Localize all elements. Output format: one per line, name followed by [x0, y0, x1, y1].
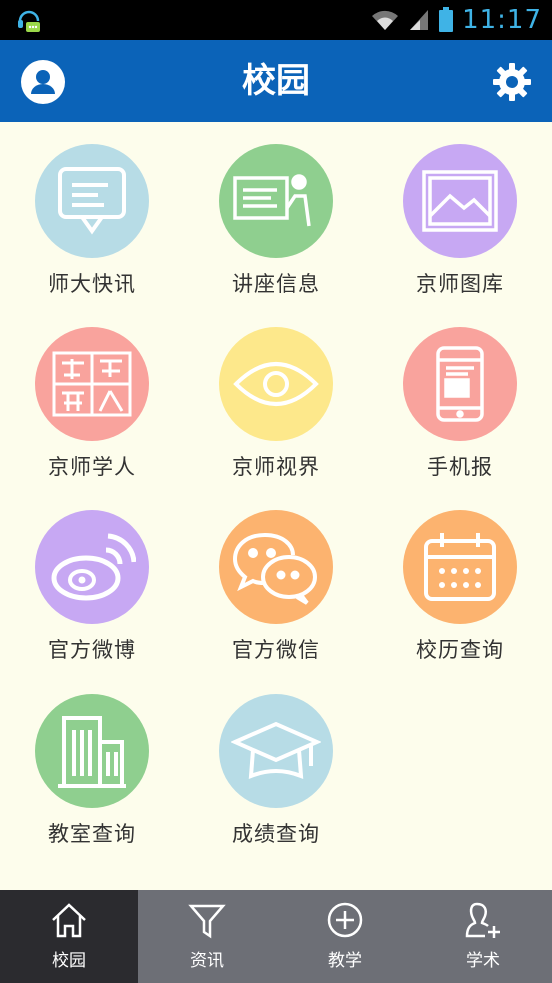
tile-label: 京师视界 [232, 455, 320, 479]
tile-classroom-lookup[interactable]: 教室查询 [0, 694, 184, 848]
tile-label: 讲座信息 [232, 272, 320, 296]
tile-label: 教室查询 [48, 822, 136, 846]
tile-grades-lookup[interactable]: 成绩查询 [184, 694, 368, 848]
feature-grid: 师大快讯 讲座信息 京师图库 京师学人 京师视界 手机报 官方微博 官方微信 校… [0, 122, 552, 890]
jingshi-xueren-logo-icon [35, 327, 149, 441]
headset-chat-icon [18, 10, 40, 32]
filter-icon [188, 904, 226, 939]
tab-label: 资讯 [190, 951, 224, 971]
wifi-icon [372, 10, 399, 30]
tile-label: 手机报 [427, 455, 493, 479]
tab-teaching[interactable]: 教学 [276, 890, 414, 983]
building-icon [35, 694, 149, 808]
tab-label: 学术 [466, 951, 500, 971]
tile-shida-news[interactable]: 师大快讯 [0, 144, 184, 298]
settings-gear-icon[interactable] [492, 62, 532, 102]
bottom-tab-bar: 校园 资讯 教学 学术 [0, 890, 552, 983]
tile-label: 京师图库 [416, 272, 504, 296]
person-add-icon [465, 902, 500, 938]
app-header: 校园 [0, 40, 552, 122]
tile-mobile-news[interactable]: 手机报 [368, 327, 552, 481]
tab-news[interactable]: 资讯 [138, 890, 276, 983]
eye-icon [219, 327, 333, 441]
calendar-icon [403, 510, 517, 624]
battery-icon [439, 7, 454, 32]
lecture-board-icon [219, 144, 333, 258]
tile-official-weibo[interactable]: 官方微博 [0, 510, 184, 664]
tile-calendar-lookup[interactable]: 校历查询 [368, 510, 552, 664]
tab-campus[interactable]: 校园 [0, 890, 138, 983]
tile-official-wechat[interactable]: 官方微信 [184, 510, 368, 664]
wechat-icon [219, 510, 333, 624]
tile-label: 校历查询 [416, 638, 504, 662]
tile-lecture-info[interactable]: 讲座信息 [184, 144, 368, 298]
tile-label: 官方微博 [48, 638, 136, 662]
weibo-icon [35, 510, 149, 624]
tab-label: 校园 [52, 951, 86, 971]
page-title: 校园 [242, 61, 310, 101]
home-icon [52, 903, 86, 938]
tab-academic[interactable]: 学术 [414, 890, 552, 983]
picture-icon [403, 144, 517, 258]
tile-jingshi-vision[interactable]: 京师视界 [184, 327, 368, 481]
chat-bubble-icon [35, 144, 149, 258]
tile-label: 成绩查询 [232, 822, 320, 846]
tile-label: 官方微信 [232, 638, 320, 662]
tile-jingshi-scholars[interactable]: 京师学人 [0, 327, 184, 481]
signal-icon [410, 10, 429, 30]
phone-news-icon [403, 327, 517, 441]
tab-label: 教学 [328, 951, 362, 971]
tile-jingshi-gallery[interactable]: 京师图库 [368, 144, 552, 298]
clock: 11:17 [462, 5, 542, 35]
status-bar: 11:17 [0, 0, 552, 40]
graduation-cap-icon [219, 694, 333, 808]
plus-circle-icon [327, 902, 363, 938]
tile-label: 京师学人 [48, 455, 136, 479]
tile-label: 师大快讯 [48, 272, 136, 296]
